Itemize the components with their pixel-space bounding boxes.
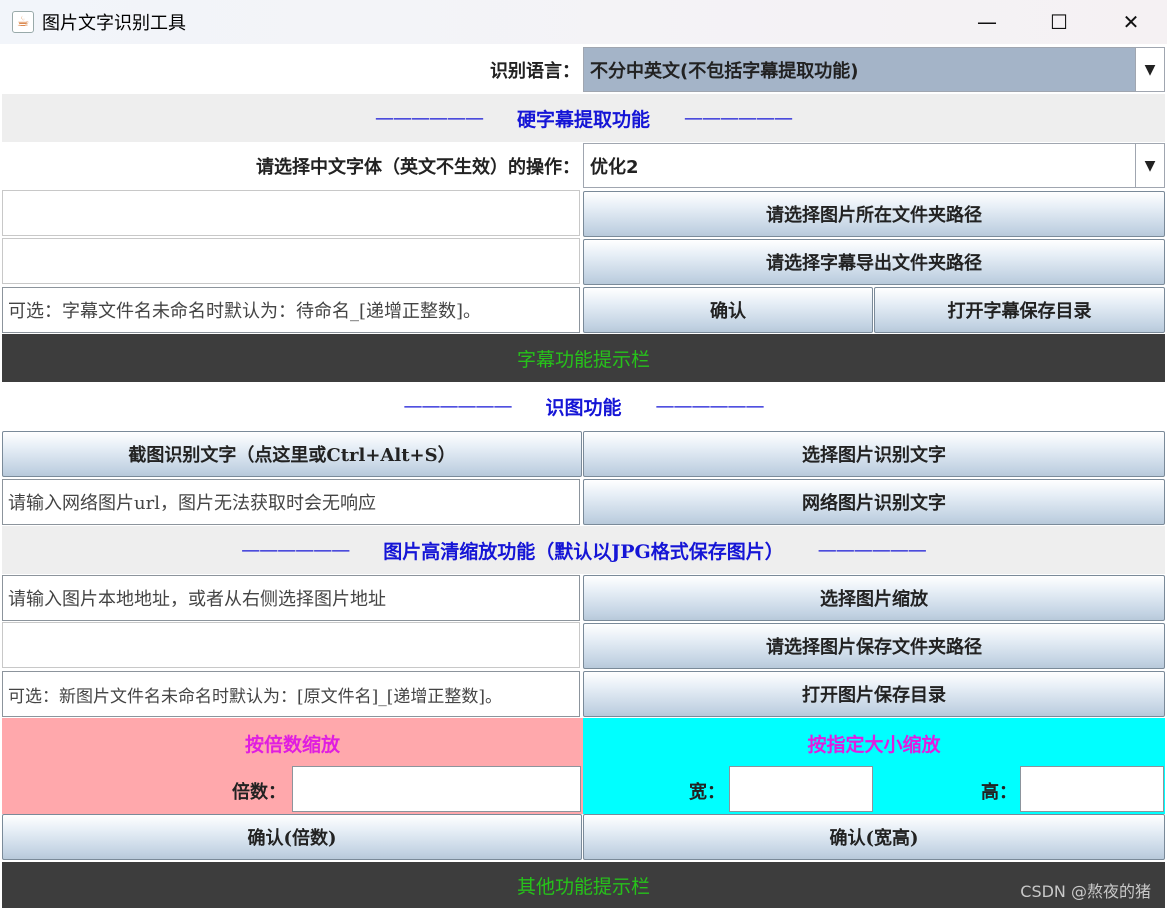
other-status-bar: 其他功能提示栏: [2, 862, 1165, 908]
ocr-buttons-row: 截图识别文字（点这里或Ctrl+Alt+S） 选择图片识别文字: [2, 430, 1165, 478]
chevron-down-icon[interactable]: ▼: [1135, 48, 1164, 91]
new-image-name-input[interactable]: 可选：新图片文件名未命名时默认为：[原文件名]_[递增正整数]。: [2, 671, 580, 717]
minimize-button[interactable]: —: [951, 0, 1023, 44]
image-url-input[interactable]: 请输入网络图片url，图片无法获取时会无响应: [2, 479, 580, 525]
open-subtitle-dir-button[interactable]: 打开字幕保存目录: [874, 287, 1165, 333]
subtitle-section-title: 硬字幕提取功能: [516, 108, 650, 131]
language-label: 识别语言：: [490, 61, 580, 82]
scale-by-ratio-title: 按倍数缩放: [244, 734, 340, 756]
ratio-label: 倍数：: [232, 782, 286, 803]
local-image-path-input[interactable]: 请输入图片本地地址，或者从右侧选择图片地址: [2, 575, 580, 621]
section-dash-right: ——————: [684, 107, 793, 129]
ratio-input[interactable]: [292, 766, 581, 812]
open-image-save-dir-button[interactable]: 打开图片保存目录: [583, 671, 1165, 717]
confirm-ratio-button[interactable]: 确认(倍数): [2, 814, 582, 860]
font-op-row: 请选择中文字体（英文不生效）的操作： 优化2 ▼: [2, 142, 1165, 190]
language-select[interactable]: 不分中英文(不包括字幕提取功能) ▼: [583, 47, 1165, 92]
subtitle-filename-input[interactable]: 可选：字幕文件名未命名时默认为：待命名_[递增正整数]。: [2, 287, 580, 333]
width-input[interactable]: [729, 766, 873, 812]
section-dash-left: ——————: [374, 107, 484, 129]
url-ocr-row: 请输入网络图片url，图片无法获取时会无响应 网络图片识别文字: [2, 478, 1165, 526]
choose-scale-save-dir-button[interactable]: 请选择图片保存文件夹路径: [583, 623, 1165, 669]
subtitle-confirm-button[interactable]: 确认: [583, 287, 873, 333]
height-input[interactable]: [1020, 766, 1164, 812]
java-app-icon: ☕: [12, 11, 34, 33]
scale-by-ratio-panel: 按倍数缩放 倍数：: [2, 718, 583, 814]
width-label: 宽：: [689, 782, 725, 803]
height-label: 高：: [981, 782, 1017, 803]
scale-section-header: —————— 图片高清缩放功能（默认以JPG格式保存图片） ——————: [2, 526, 1165, 574]
section-dash-right: ——————: [817, 539, 927, 561]
maximize-button[interactable]: ☐: [1023, 0, 1095, 44]
window-controls: — ☐ ✕: [951, 0, 1167, 44]
subtitle-filename-row: 可选：字幕文件名未命名时默认为：待命名_[递增正整数]。 确认 打开字幕保存目录: [2, 286, 1165, 334]
scale-confirm-row: 确认(倍数) 确认(宽高): [2, 814, 1165, 862]
scale-by-size-panel: 按指定大小缩放 宽： 高：: [583, 718, 1165, 814]
subtitle-status-bar: 字幕功能提示栏: [2, 334, 1165, 382]
section-dash-left: ——————: [403, 395, 512, 417]
export-dir-display: [2, 238, 580, 284]
language-row: 识别语言： 不分中英文(不包括字幕提取功能) ▼: [2, 46, 1165, 94]
screenshot-ocr-button[interactable]: 截图识别文字（点这里或Ctrl+Alt+S）: [2, 431, 582, 477]
chevron-down-icon[interactable]: ▼: [1135, 144, 1164, 187]
font-op-select-value: 优化2: [590, 156, 639, 178]
subtitle-section-header: —————— 硬字幕提取功能 ——————: [2, 94, 1165, 142]
image-dir-row: 请选择图片所在文件夹路径: [2, 190, 1165, 238]
choose-export-dir-button[interactable]: 请选择字幕导出文件夹路径: [583, 239, 1165, 285]
font-op-label: 请选择中文字体（英文不生效）的操作：: [256, 157, 580, 178]
language-select-value: 不分中英文(不包括字幕提取功能): [584, 48, 1135, 91]
close-button[interactable]: ✕: [1095, 0, 1167, 44]
export-dir-row: 请选择字幕导出文件夹路径: [2, 238, 1165, 286]
image-dir-display: [2, 190, 580, 236]
new-name-row: 可选：新图片文件名未命名时默认为：[原文件名]_[递增正整数]。 打开图片保存目…: [2, 670, 1165, 718]
net-image-ocr-button[interactable]: 网络图片识别文字: [583, 479, 1165, 525]
choose-image-ocr-button[interactable]: 选择图片识别文字: [583, 431, 1165, 477]
scale-save-dir-row: 请选择图片保存文件夹路径: [2, 622, 1165, 670]
choose-scale-image-button[interactable]: 选择图片缩放: [583, 575, 1165, 621]
title-bar: ☕ 图片文字识别工具 — ☐ ✕: [0, 0, 1167, 44]
confirm-size-button[interactable]: 确认(宽高): [583, 814, 1165, 860]
local-image-row: 请输入图片本地地址，或者从右侧选择图片地址 选择图片缩放: [2, 574, 1165, 622]
window-title: 图片文字识别工具: [42, 13, 186, 34]
scale-section-title: 图片高清缩放功能（默认以JPG格式保存图片）: [383, 540, 784, 563]
font-op-select[interactable]: 优化2 ▼: [583, 143, 1165, 188]
section-dash-right: ——————: [655, 395, 765, 417]
choose-image-dir-button[interactable]: 请选择图片所在文件夹路径: [583, 191, 1165, 237]
scale-save-dir-display: [2, 622, 580, 668]
ocr-section-title: 识图功能: [545, 396, 622, 419]
scale-by-size-title: 按指定大小缩放: [807, 734, 941, 756]
ocr-section-header: —————— 识图功能 ——————: [2, 382, 1165, 430]
section-dash-left: ——————: [241, 539, 350, 561]
csdn-watermark: CSDN @熬夜的猪: [1020, 882, 1151, 901]
